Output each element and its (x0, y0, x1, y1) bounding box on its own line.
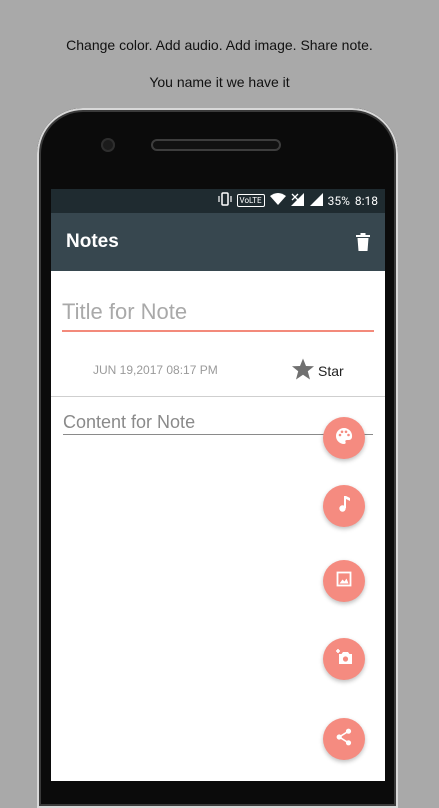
music-note-icon (337, 495, 351, 517)
front-camera (101, 138, 115, 152)
star-toggle[interactable]: Star (291, 357, 344, 385)
wifi-icon (269, 192, 286, 209)
change-color-button[interactable] (323, 417, 365, 459)
speaker-grille (151, 139, 281, 151)
add-audio-button[interactable] (323, 485, 365, 527)
palette-icon (335, 427, 353, 449)
vibrate-icon (217, 192, 232, 209)
status-bar: VoLTE 35% 8:18 (51, 189, 385, 213)
caption-line-2: You name it we have it (149, 74, 290, 90)
signal-icon (309, 192, 323, 209)
toolbar-title: Notes (66, 231, 119, 252)
camera-add-icon (335, 648, 353, 670)
app-toolbar: Notes (51, 213, 385, 271)
volte-badge: VoLTE (236, 194, 265, 207)
share-note-button[interactable] (323, 718, 365, 760)
share-icon (336, 728, 352, 750)
star-icon (291, 357, 315, 385)
star-label: Star (318, 363, 344, 379)
app-screen: VoLTE 35% 8:18 Notes JUN 19,2017 08:17 P… (51, 189, 385, 781)
note-date: JUN 19,2017 08:17 PM (93, 363, 218, 377)
clock: 8:18 (354, 193, 378, 208)
add-image-button[interactable] (323, 560, 365, 602)
signal-no-data-icon (290, 192, 305, 209)
trash-icon[interactable] (356, 233, 370, 255)
caption-line-1: Change color. Add audio. Add image. Shar… (66, 37, 373, 53)
section-divider (51, 396, 385, 397)
add-photo-button[interactable] (323, 638, 365, 680)
image-icon (336, 571, 352, 591)
battery-percent: 35% (327, 193, 350, 208)
note-title-input[interactable] (62, 294, 374, 332)
